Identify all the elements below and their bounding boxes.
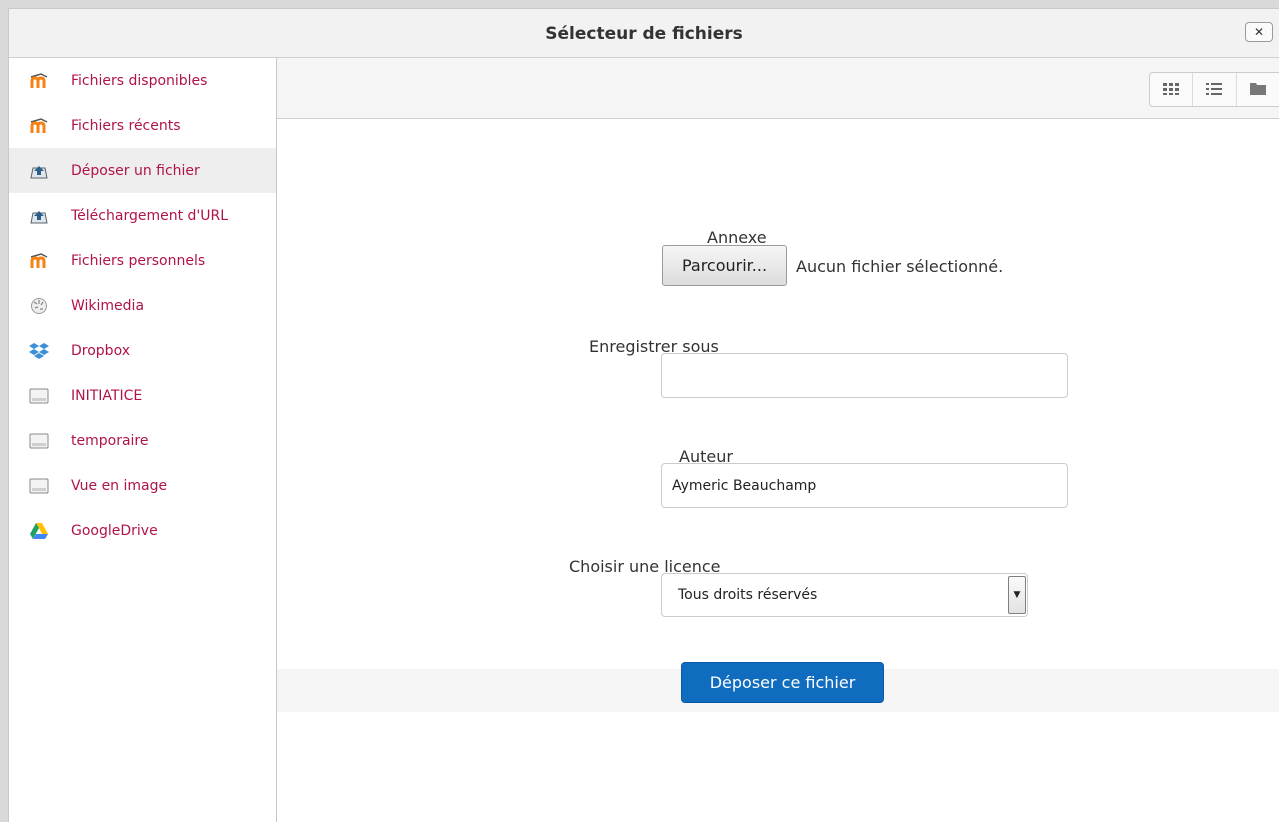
sidebar-item-fichiers-recents[interactable]: Fichiers récents bbox=[9, 103, 276, 148]
file-picker-dialog: Sélecteur de fichiers ✕ Fichiers disponi… bbox=[8, 8, 1279, 822]
repository-icon bbox=[29, 477, 49, 495]
sidebar-item-telechargement-url[interactable]: Téléchargement d'URL bbox=[9, 193, 276, 238]
icons-view-icon bbox=[1163, 80, 1180, 99]
sidebar-item-deposer-un-fichier[interactable]: Déposer un fichier bbox=[9, 148, 276, 193]
view-toolbar bbox=[277, 58, 1279, 119]
sidebar-item-vue-en-image[interactable]: Vue en image bbox=[9, 463, 276, 508]
upload-submit-button[interactable]: Déposer ce fichier bbox=[681, 662, 884, 703]
sidebar-item-fichiers-personnels[interactable]: Fichiers personnels bbox=[9, 238, 276, 283]
sidebar-item-label: Vue en image bbox=[71, 477, 168, 494]
browse-button[interactable]: Parcourir... bbox=[662, 245, 787, 286]
moodle-icon bbox=[29, 117, 49, 135]
sidebar-item-label: Fichiers personnels bbox=[71, 252, 206, 269]
repository-icon bbox=[29, 432, 49, 450]
wikimedia-icon bbox=[29, 297, 49, 315]
sidebar-item-label: Fichiers récents bbox=[71, 117, 181, 134]
upload-icon bbox=[29, 162, 49, 180]
sidebar-item-label: temporaire bbox=[71, 432, 149, 449]
close-icon: ✕ bbox=[1253, 25, 1265, 39]
sidebar-item-wikimedia[interactable]: Wikimedia bbox=[9, 283, 276, 328]
sidebar-item-temporaire[interactable]: temporaire bbox=[9, 418, 276, 463]
moodle-icon bbox=[29, 72, 49, 90]
sidebar-item-label: Dropbox bbox=[71, 342, 130, 359]
repository-sidebar: Fichiers disponibles Fichiers récents Dé… bbox=[9, 58, 277, 822]
sidebar-item-label: Téléchargement d'URL bbox=[71, 207, 229, 224]
upload-icon bbox=[29, 207, 49, 225]
list-view-button[interactable] bbox=[1193, 73, 1237, 106]
license-select[interactable]: Tous droits réservés ▼ bbox=[661, 573, 1028, 617]
no-file-text: Aucun fichier sélectionné. bbox=[796, 257, 1004, 276]
sidebar-item-label: INITIATICE bbox=[71, 387, 143, 404]
sidebar-item-label: Déposer un fichier bbox=[71, 162, 200, 179]
dropbox-icon bbox=[29, 342, 49, 360]
tree-view-button[interactable] bbox=[1237, 73, 1279, 106]
sidebar-item-fichiers-disponibles[interactable]: Fichiers disponibles bbox=[9, 58, 276, 103]
sidebar-item-googledrive[interactable]: GoogleDrive bbox=[9, 508, 276, 553]
main-panel: Annexe Parcourir... Aucun fichier sélect… bbox=[277, 58, 1279, 822]
sidebar-item-label: GoogleDrive bbox=[71, 522, 158, 539]
repository-icon bbox=[29, 387, 49, 405]
dialog-title: Sélecteur de fichiers bbox=[545, 24, 743, 44]
sidebar-item-dropbox[interactable]: Dropbox bbox=[9, 328, 276, 373]
view-switcher bbox=[1149, 72, 1279, 107]
icons-view-button[interactable] bbox=[1150, 73, 1194, 106]
sidebar-item-initiatice[interactable]: INITIATICE bbox=[9, 373, 276, 418]
dialog-titlebar: Sélecteur de fichiers ✕ bbox=[9, 9, 1279, 58]
sidebar-item-label: Wikimedia bbox=[71, 297, 145, 314]
folder-icon bbox=[1249, 80, 1266, 99]
save-as-input[interactable] bbox=[661, 353, 1068, 398]
moodle-icon bbox=[29, 252, 49, 270]
license-select-value: Tous droits réservés bbox=[678, 587, 818, 603]
dropdown-arrow-icon[interactable]: ▼ bbox=[1008, 576, 1026, 614]
list-view-icon bbox=[1206, 80, 1223, 99]
sidebar-item-label: Fichiers disponibles bbox=[71, 72, 208, 89]
author-input[interactable] bbox=[661, 463, 1068, 508]
close-button[interactable]: ✕ bbox=[1245, 22, 1273, 42]
googledrive-icon bbox=[29, 522, 49, 540]
